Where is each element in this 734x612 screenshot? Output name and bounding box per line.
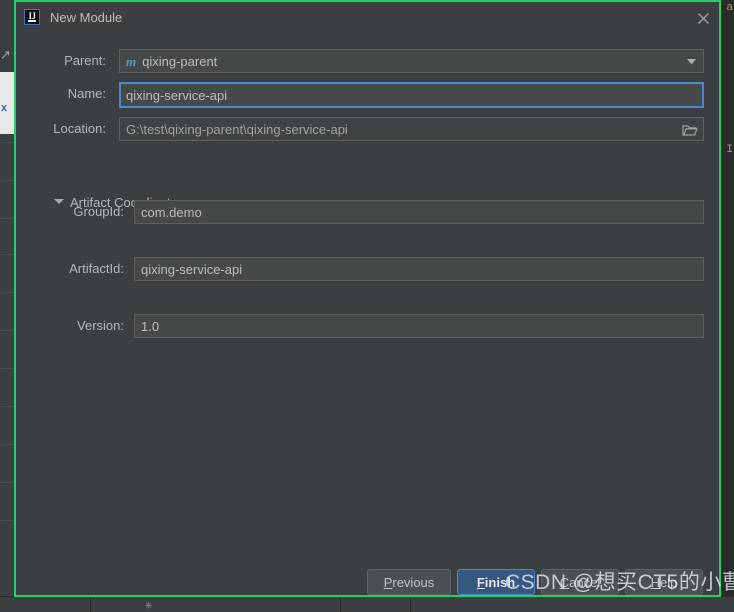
name-value: qixing-service-api [126,87,228,103]
ide-decoration-icon: ↗ [0,47,11,62]
group-id-label: GroupId: [73,204,124,219]
cancel-mnemonic: C [559,574,570,590]
artifact-id-value: qixing-service-api [141,261,243,277]
cancel-label-rest: ancel [569,574,601,590]
field-name: Name: qixing-service-api [16,82,719,108]
field-version: Version: 1.0 [16,314,719,338]
ide-status-bar [0,596,734,612]
name-input[interactable]: qixing-service-api [119,82,704,108]
new-module-dialog: IJ New Module Parent: m qixing-parent Na… [16,2,719,595]
group-id-value: com.demo [141,204,202,220]
parent-value: qixing-parent [142,53,218,69]
ide-gutter-text-mid: I [726,144,733,156]
ide-status-bar-glyph: ⎈ [145,600,153,610]
intellij-idea-icon: IJ [24,9,40,25]
help-label-rest: elp [660,574,678,590]
field-group-id: GroupId: com.demo [16,200,719,224]
artifact-id-label: ArtifactId: [69,261,124,276]
version-label: Version: [77,318,124,333]
group-id-input[interactable]: com.demo [134,200,704,224]
location-label: Location: [53,121,106,136]
finish-label-rest: inish [484,574,516,590]
maven-module-icon: m [126,53,137,69]
dialog-form: Parent: m qixing-parent Name: qixing-ser… [16,33,719,553]
previous-label-rest: revious [392,574,435,590]
name-label: Name: [67,86,106,101]
dialog-title-bar: IJ New Module [16,2,719,33]
field-location: Location: G:\test\qixing-parent\qixing-s… [16,117,719,141]
field-parent: Parent: m qixing-parent [16,49,719,73]
cancel-button[interactable]: Cancel [541,569,619,595]
dialog-button-bar: Previous Finish Cancel Help [16,553,719,595]
ide-gutter-text-top: a [726,2,733,14]
location-input[interactable]: G:\test\qixing-parent\qixing-service-api [119,117,704,141]
ide-right-gutter [721,0,734,612]
dialog-title: New Module [50,10,123,25]
finish-button[interactable]: Finish [457,569,535,595]
location-value: G:\test\qixing-parent\qixing-service-api [126,121,348,137]
help-mnemonic: H [650,574,661,590]
folder-icon[interactable] [681,122,699,138]
finish-mnemonic: F [476,574,485,590]
close-icon[interactable] [691,6,715,30]
parent-combobox[interactable]: m qixing-parent [119,49,704,73]
artifact-id-input[interactable]: qixing-service-api [134,257,704,281]
chevron-down-icon[interactable] [680,51,702,72]
version-value: 1.0 [141,318,160,334]
field-artifact-id: ArtifactId: qixing-service-api [16,257,719,281]
version-input[interactable]: 1.0 [134,314,704,338]
close-icon[interactable]: x [1,103,7,114]
parent-label: Parent: [64,53,106,68]
help-button[interactable]: Help [625,569,703,595]
previous-button[interactable]: Previous [367,569,451,595]
